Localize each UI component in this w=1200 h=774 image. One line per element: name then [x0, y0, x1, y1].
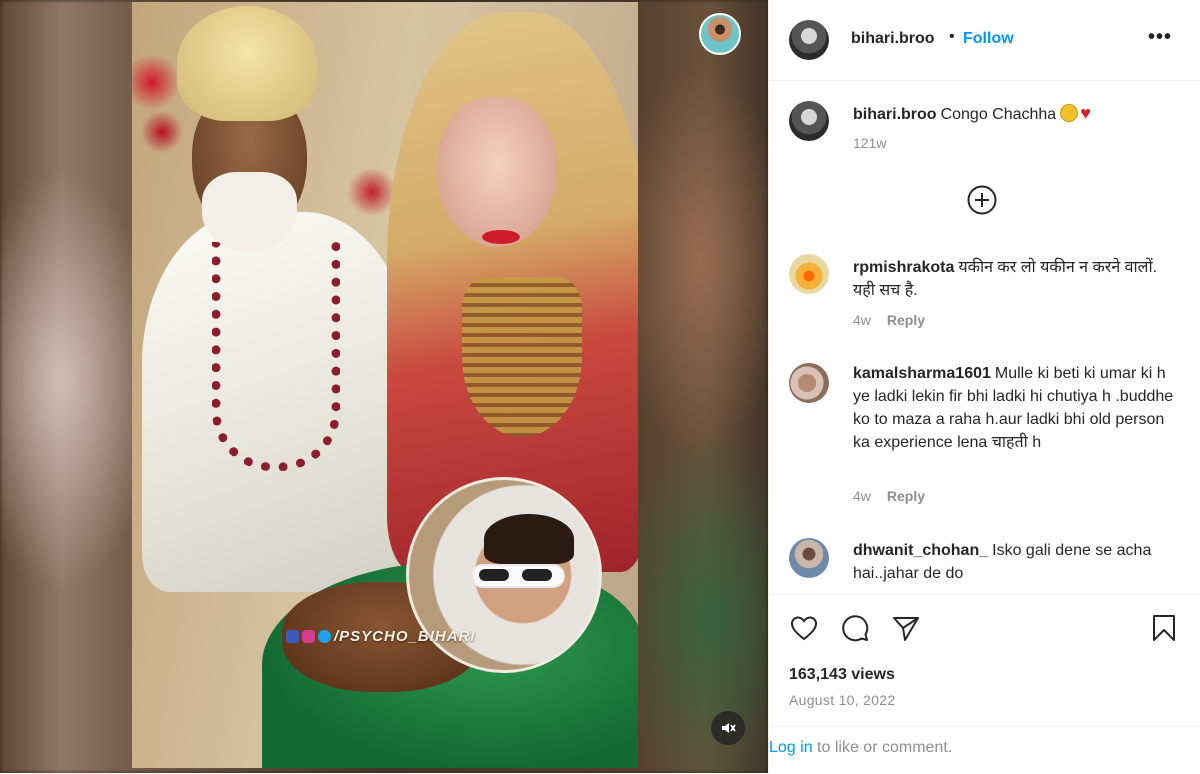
comment-meta: 4w Reply — [853, 312, 925, 328]
follow-button[interactable]: Follow — [963, 30, 1014, 48]
post-media[interactable]: /PSYCHO_BIHARI — [0, 0, 768, 773]
more-options-button[interactable]: ••• — [1148, 26, 1172, 49]
inset-lens-left — [479, 569, 509, 581]
comment-item: dhwanit_chohan_ Isko gali dene se acha ha… — [769, 538, 1200, 590]
flower-garland — [212, 242, 340, 471]
groom-turban — [177, 6, 317, 121]
author-avatar[interactable] — [789, 20, 829, 60]
speech-bubble-icon — [842, 615, 869, 642]
bride-lips — [482, 230, 520, 244]
share-button[interactable] — [891, 613, 921, 643]
comment-age[interactable]: 4w — [853, 312, 871, 328]
commenter-avatar[interactable] — [789, 254, 829, 294]
paper-plane-icon — [893, 617, 919, 641]
comment-username[interactable]: kamalsharma1601 — [853, 365, 991, 382]
login-link[interactable]: Log in — [769, 739, 813, 756]
comment-text: dhwanit_chohan_ Isko gali dene se acha ha… — [853, 539, 1183, 585]
header-separator: • — [949, 28, 955, 45]
reply-button[interactable]: Reply — [887, 488, 925, 504]
inset-hair — [484, 514, 574, 564]
smile-emoji-icon — [1060, 104, 1079, 122]
more-options-icon: ••• — [1148, 26, 1173, 48]
author-username[interactable]: bihari.broo — [851, 30, 935, 48]
twitter-icon — [318, 630, 331, 643]
heart-emoji-icon: ♥ — [1080, 103, 1091, 123]
caption-avatar[interactable] — [789, 101, 829, 141]
caption-username[interactable]: bihari.broo — [853, 106, 937, 123]
caption-body: Congo Chachha — [940, 106, 1057, 123]
reply-button[interactable]: Reply — [887, 312, 925, 328]
commenter-avatar[interactable] — [789, 363, 829, 403]
like-button[interactable] — [789, 613, 819, 643]
commenter-avatar[interactable] — [789, 538, 829, 578]
caption: bihari.broo Congo Chachha ♥ 121w — [769, 98, 1200, 158]
post-header: bihari.broo • Follow ••• — [769, 0, 1200, 81]
login-bar: Log in to like or comment. — [769, 726, 1200, 774]
caption-age[interactable]: 121w — [853, 135, 886, 151]
video-watermark: /PSYCHO_BIHARI — [286, 628, 476, 645]
speaker-muted-icon — [722, 723, 736, 733]
comment-item: rpmishrakota यकीन कर लो यकीन न करने वालों… — [769, 252, 1200, 332]
save-button[interactable] — [1149, 613, 1179, 643]
comment-username[interactable]: rpmishrakota — [853, 259, 954, 276]
load-more-comments-button[interactable] — [966, 184, 998, 216]
comment-button[interactable] — [840, 613, 870, 643]
login-prompt: Log in to like or comment. — [769, 739, 952, 757]
comment-meta: 4w Reply — [853, 488, 925, 504]
comment-item: kamalsharma1601 Mulle ki beti ki umar ki … — [769, 361, 1200, 511]
inset-lens-right — [522, 569, 552, 581]
action-bar — [769, 594, 1200, 665]
comment-text: kamalsharma1601 Mulle ki beti ki umar ki … — [853, 362, 1183, 454]
post-date[interactable]: August 10, 2022 — [789, 692, 895, 708]
watermark-text: /PSYCHO_BIHARI — [334, 628, 476, 645]
heart-icon — [790, 616, 818, 641]
comment-username[interactable]: dhwanit_chohan_ — [853, 542, 988, 559]
login-prompt-text: to like or comment. — [817, 739, 953, 756]
comment-text: rpmishrakota यकीन कर लो यकीन न करने वालों… — [853, 256, 1183, 302]
view-count: 163,143 views — [789, 666, 895, 683]
bride-face — [437, 97, 557, 247]
groom-beard — [202, 172, 297, 252]
comment-age[interactable]: 4w — [853, 488, 871, 504]
instagram-icon — [302, 630, 315, 643]
plus-circle-icon — [967, 185, 997, 215]
bride-necklace — [462, 277, 582, 437]
mute-button[interactable] — [711, 711, 745, 745]
facebook-icon — [286, 630, 299, 643]
bookmark-icon — [1153, 615, 1175, 641]
caption-text: bihari.broo Congo Chachha ♥ — [853, 102, 1183, 126]
caption-meta: 121w — [853, 135, 886, 151]
post-side-panel: bihari.broo • Follow ••• bihari.broo Cong… — [768, 0, 1200, 773]
tagged-user-avatar[interactable] — [699, 13, 741, 55]
